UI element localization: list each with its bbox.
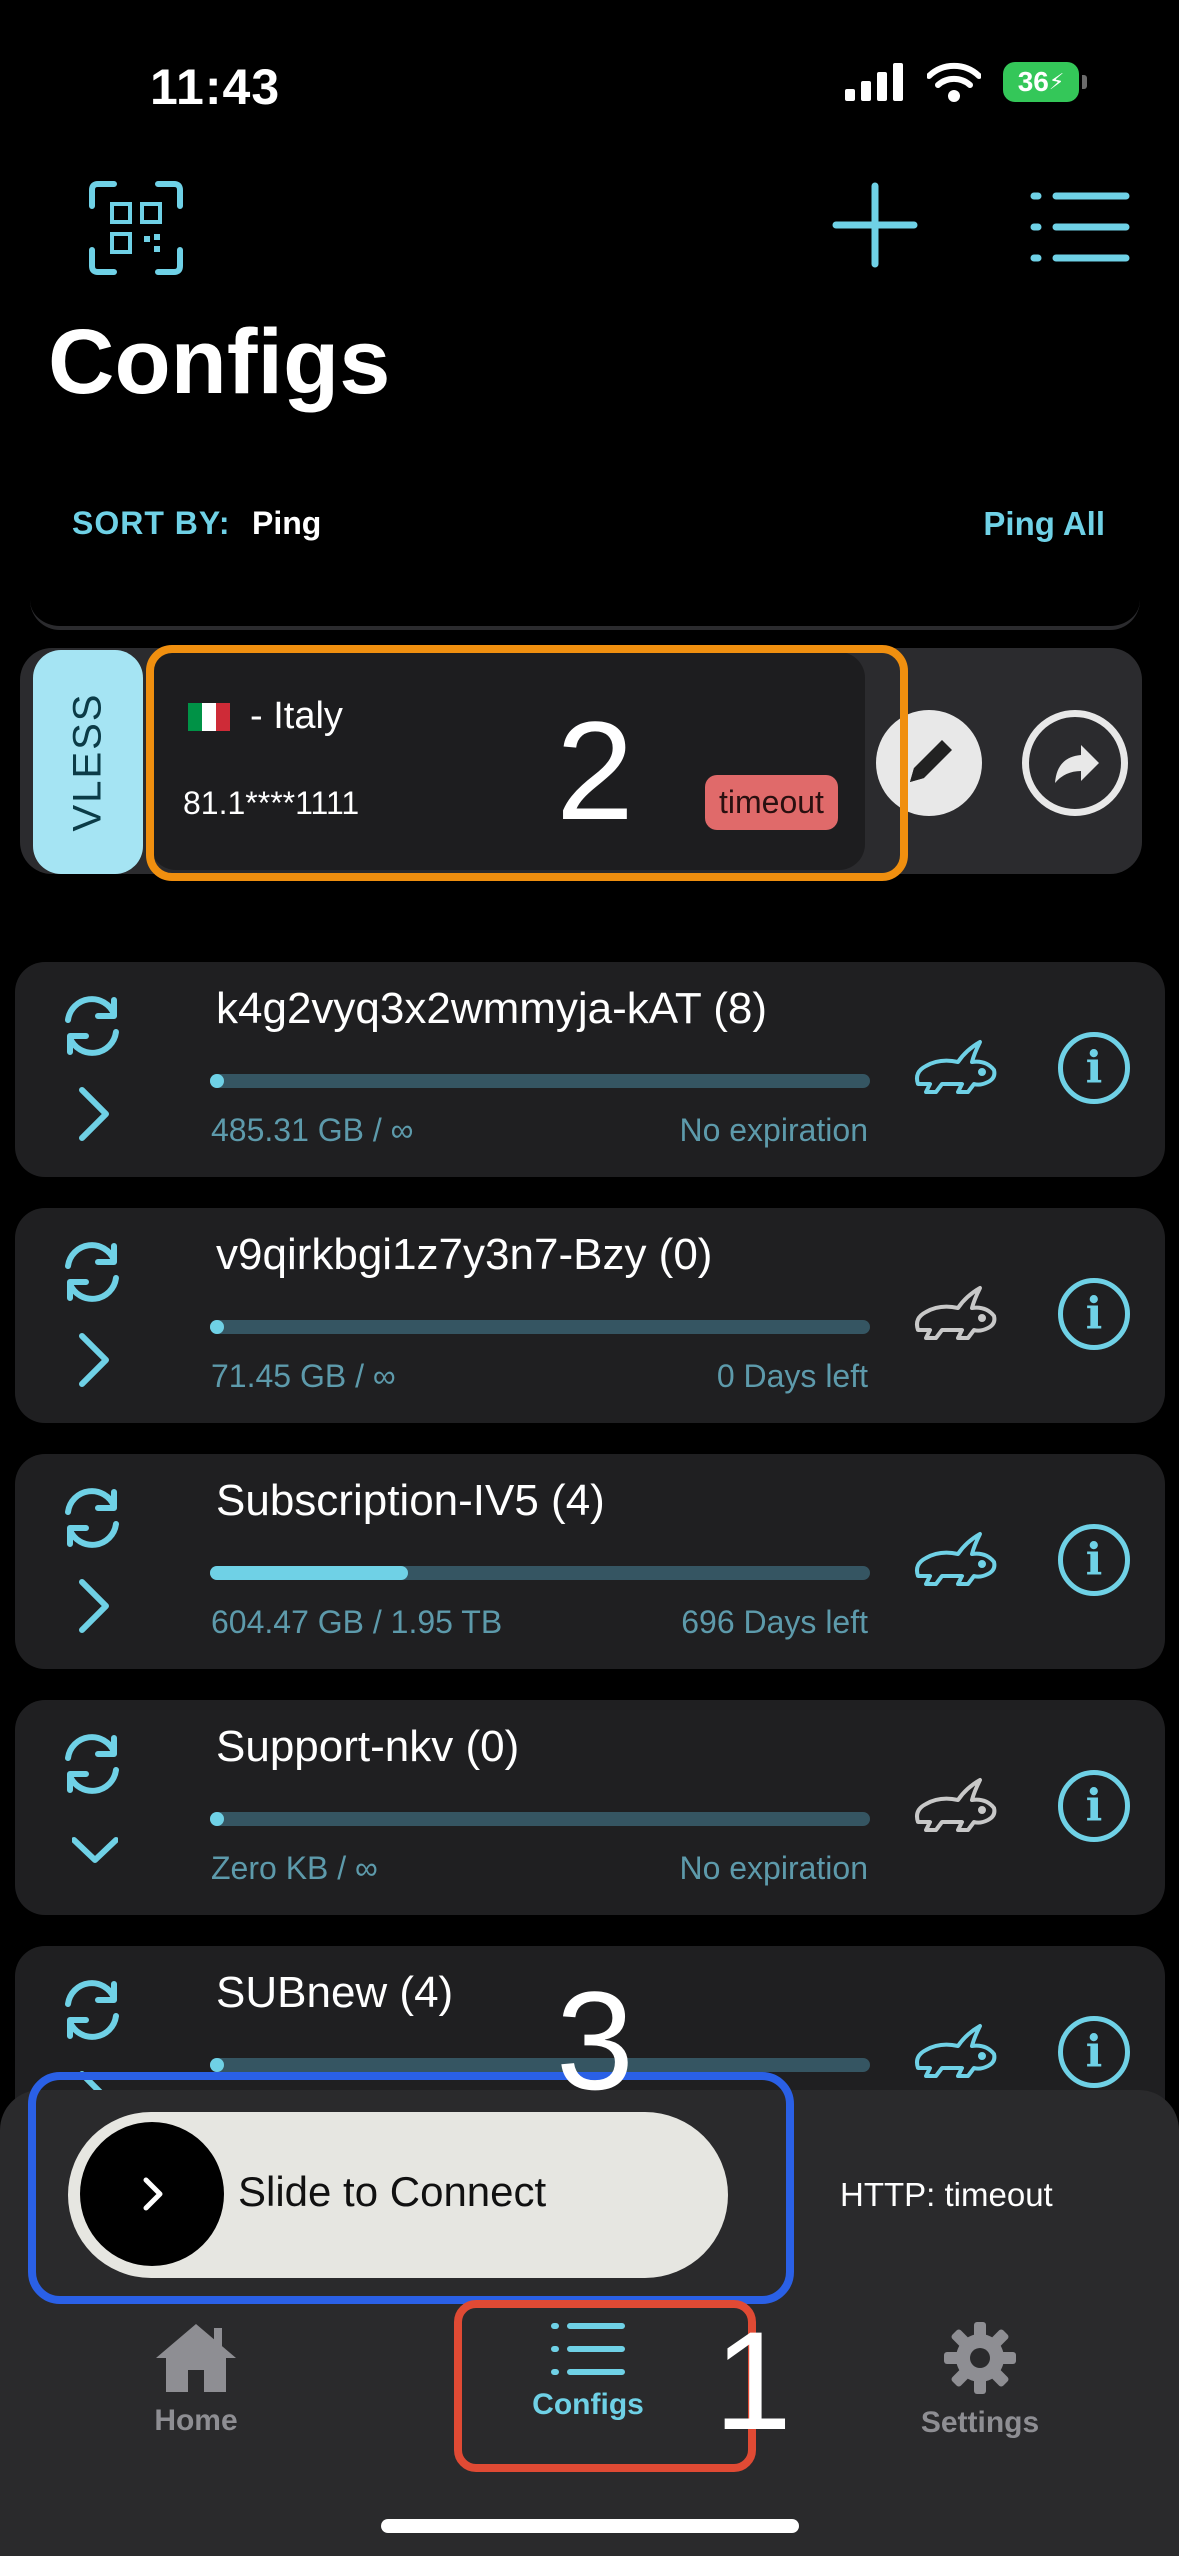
gear-icon (944, 2322, 1016, 2394)
status-icons: 36 ⚡ (845, 62, 1087, 102)
home-indicator (381, 2519, 799, 2533)
usage-progress-bar (210, 2058, 870, 2072)
annotation-box-3 (28, 2072, 794, 2304)
usage-progress-fill (210, 1812, 224, 1826)
annotation-box-1 (454, 2300, 756, 2472)
subscription-name: k4g2vyq3x2wmmyja-kAT (8) (216, 984, 767, 1033)
usage-progress-fill (210, 2058, 224, 2072)
http-status: HTTP: timeout (840, 2176, 1053, 2213)
subscription-expiration: 0 Days left (716, 1358, 868, 1394)
rabbit-icon[interactable] (910, 1032, 1000, 1102)
annotation-number-2: 2 (556, 692, 634, 849)
rabbit-icon[interactable] (910, 1770, 1000, 1840)
info-icon[interactable]: i (1058, 1032, 1130, 1104)
rabbit-icon[interactable] (910, 2016, 1000, 2086)
previous-card-edge (30, 586, 1140, 630)
subscription-expiration: 696 Days left (681, 1604, 868, 1640)
share-arrow-icon (1055, 745, 1099, 783)
subscription-name: SUBnew (4) (216, 1968, 454, 2017)
protocol-label: VLESS (65, 692, 110, 832)
tab-home[interactable]: Home (86, 2320, 306, 2438)
cellular-signal-icon (845, 63, 903, 101)
subscription-name: Subscription-IV5 (4) (216, 1476, 605, 1525)
battery-level: 36 (1017, 66, 1049, 97)
chevron-down-icon[interactable] (71, 1822, 119, 1882)
annotation-number-3: 3 (556, 1962, 634, 2119)
share-config-button[interactable] (1022, 710, 1128, 816)
usage-progress-fill (210, 1320, 224, 1334)
refresh-icon[interactable] (52, 986, 132, 1066)
add-config-icon[interactable] (830, 180, 920, 270)
wifi-icon (927, 62, 981, 102)
status-time: 11:43 (150, 59, 281, 115)
usage-progress-bar (210, 1812, 870, 1826)
subscription-name: Support-nkv (0) (216, 1722, 520, 1771)
tab-label: Home (154, 2404, 238, 2437)
subscription-expiration: No expiration (679, 1850, 868, 1886)
chevron-right-icon[interactable] (72, 1084, 118, 1144)
tab-label: Settings (920, 2406, 1040, 2439)
annotation-number-1: 1 (714, 2302, 792, 2459)
list-menu-icon[interactable] (1030, 190, 1130, 264)
usage-progress-fill (210, 1566, 408, 1580)
subscription-usage: 71.45 GB / ∞ (211, 1358, 396, 1394)
subscription-usage: Zero KB / ∞ (211, 1850, 378, 1886)
rabbit-icon[interactable] (910, 1278, 1000, 1348)
qr-scan-icon[interactable] (88, 180, 184, 276)
ping-all-button[interactable]: Ping All (983, 505, 1105, 543)
refresh-icon[interactable] (52, 1478, 132, 1558)
protocol-badge: VLESS (33, 650, 143, 874)
info-icon[interactable]: i (1058, 1278, 1130, 1350)
battery-icon: 36 ⚡ (1003, 62, 1087, 102)
usage-progress-bar (210, 1320, 870, 1334)
refresh-icon[interactable] (52, 1970, 132, 2050)
subscription-usage: 485.31 GB / ∞ (211, 1112, 414, 1148)
info-icon[interactable]: i (1058, 1524, 1130, 1596)
usage-progress-bar (210, 1074, 870, 1088)
info-icon[interactable]: i (1058, 1770, 1130, 1842)
info-icon[interactable]: i (1058, 2016, 1130, 2088)
chevron-right-icon[interactable] (72, 1330, 118, 1390)
subscription-usage: 604.47 GB / 1.95 TB (211, 1604, 503, 1640)
usage-progress-bar (210, 1566, 870, 1580)
subscription-expiration: No expiration (679, 1112, 868, 1148)
sort-dropdown[interactable]: Ping (252, 505, 321, 542)
subscription-name: v9qirkbgi1z7y3n7-Bzy (0) (216, 1230, 713, 1279)
sort-label: SORT BY: (72, 505, 231, 541)
tab-settings[interactable]: Settings (870, 2320, 1090, 2440)
home-icon (156, 2324, 236, 2392)
annotation-box-2 (146, 645, 908, 881)
page-title: Configs (48, 311, 391, 413)
refresh-icon[interactable] (52, 1232, 132, 1312)
rabbit-icon[interactable] (910, 1524, 1000, 1594)
usage-progress-fill (210, 1074, 224, 1088)
refresh-icon[interactable] (52, 1724, 132, 1804)
chevron-right-icon[interactable] (72, 1576, 118, 1636)
